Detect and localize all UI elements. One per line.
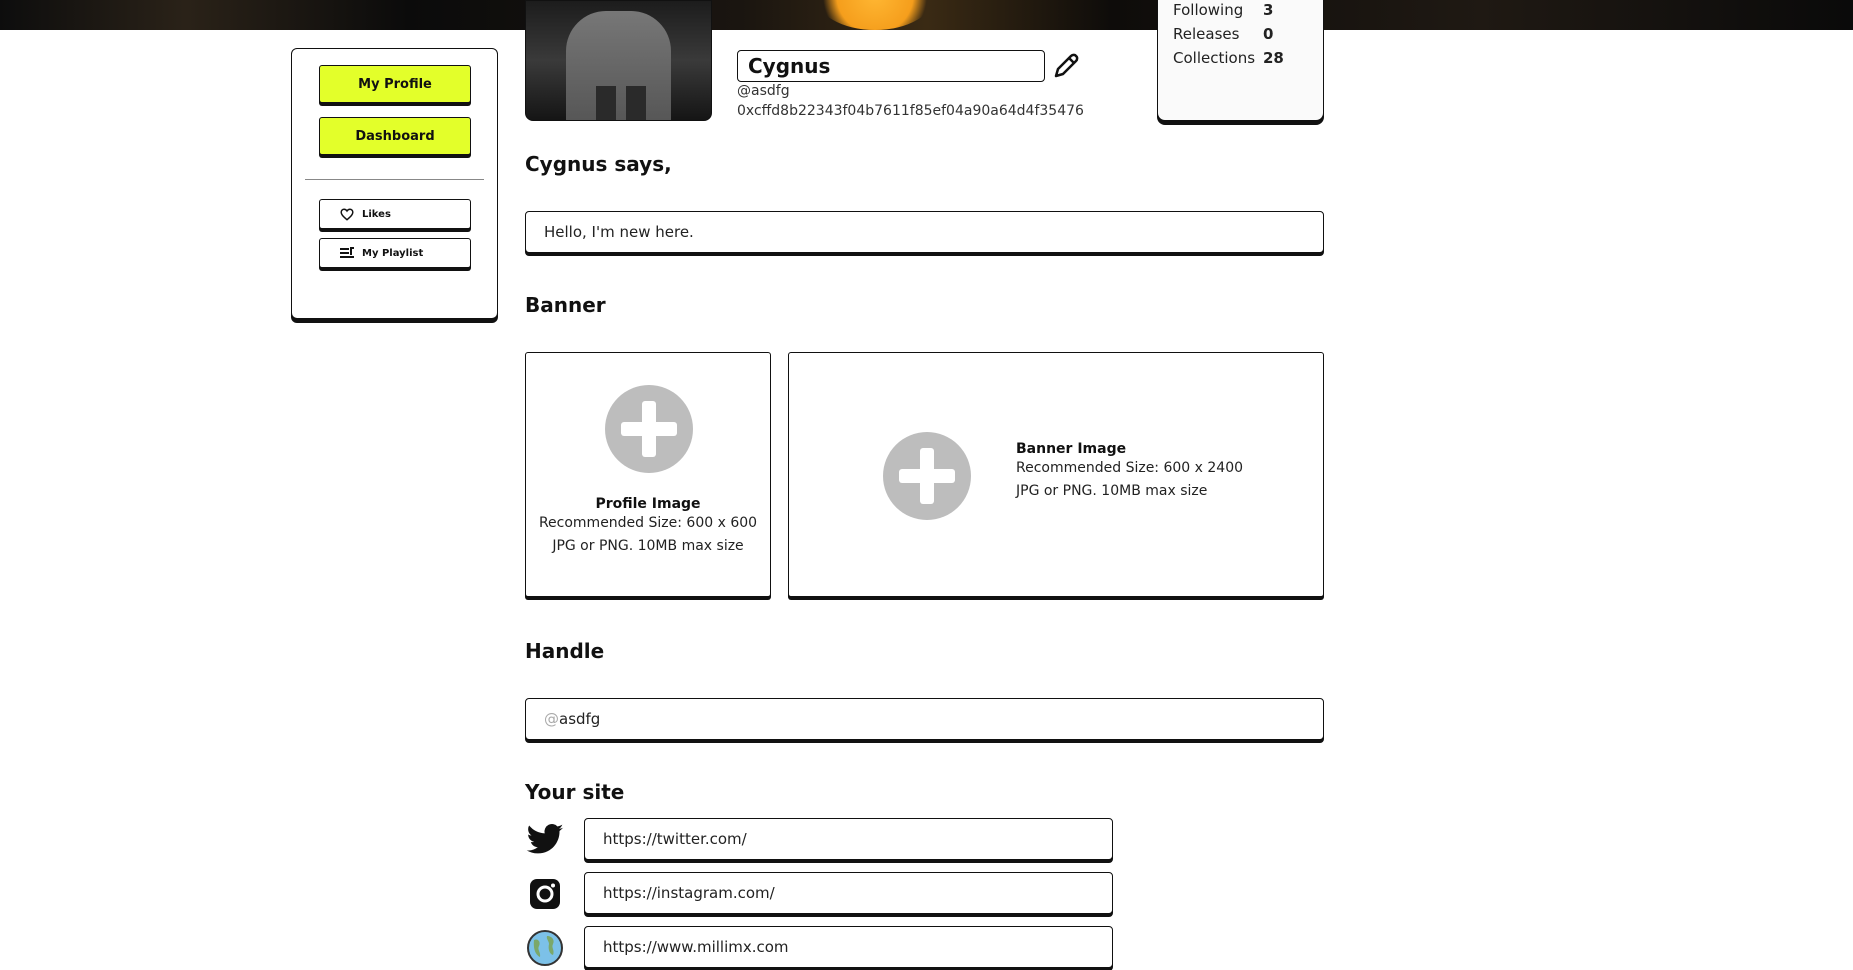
says-heading: Cygnus says, xyxy=(525,152,672,176)
handle-input[interactable]: @ asdfg xyxy=(525,698,1324,740)
likes-button[interactable]: Likes xyxy=(319,199,471,229)
stat-value: 28 xyxy=(1263,49,1284,67)
stat-collections: Collections 28 xyxy=(1173,49,1308,67)
playlist-icon xyxy=(340,247,354,258)
website-row: https://www.millimx.com xyxy=(525,926,1115,970)
banner-image-size: Recommended Size: 600 x 2400 xyxy=(1016,460,1244,476)
my-playlist-button[interactable]: My Playlist xyxy=(319,238,471,268)
stat-following: Following 3 xyxy=(1173,1,1308,19)
twitter-row: https://twitter.com/ xyxy=(525,818,1115,862)
header-banner xyxy=(0,0,1853,30)
heart-icon xyxy=(340,208,354,221)
handle-value: asdfg xyxy=(559,710,601,728)
profile-image-size: Recommended Size: 600 x 600 xyxy=(538,515,758,531)
banner-heading: Banner xyxy=(525,293,606,317)
profile-image-format: JPG or PNG. 10MB max size xyxy=(552,538,744,554)
avatar xyxy=(525,0,712,121)
add-icon xyxy=(883,432,971,520)
stat-value: 3 xyxy=(1263,1,1274,19)
profile-image-upload[interactable]: Profile Image Recommended Size: 600 x 60… xyxy=(525,352,771,597)
instagram-row: https://instagram.com/ xyxy=(525,872,1115,916)
handle-prefix: @ xyxy=(544,710,559,728)
banner-image-title: Banner Image xyxy=(1016,441,1127,457)
stat-label: Collections xyxy=(1173,49,1256,67)
banner-image-format: JPG or PNG. 10MB max size xyxy=(1016,483,1208,499)
wallet-address: 0xcffd8b22343f04b7611f85ef04a90a64d4f354… xyxy=(737,103,1084,119)
stat-releases: Releases 0 xyxy=(1173,25,1308,43)
stat-label: Releases xyxy=(1173,25,1240,43)
sidebar-divider xyxy=(305,179,484,180)
stat-value: 0 xyxy=(1263,25,1274,43)
add-icon xyxy=(605,385,693,473)
instagram-input[interactable]: https://instagram.com/ xyxy=(584,872,1113,914)
sidebar: My Profile Dashboard Likes My Playlist xyxy=(291,48,498,319)
likes-label: Likes xyxy=(362,208,391,220)
banner-image-upload[interactable]: Banner Image Recommended Size: 600 x 240… xyxy=(788,352,1324,597)
site-heading: Your site xyxy=(525,780,625,804)
pencil-icon[interactable] xyxy=(1052,52,1080,80)
twitter-input[interactable]: https://twitter.com/ xyxy=(584,818,1113,860)
profile-image-title: Profile Image xyxy=(595,496,701,512)
twitter-icon xyxy=(526,824,564,854)
instagram-icon xyxy=(530,879,560,909)
playlist-label: My Playlist xyxy=(362,247,424,259)
dashboard-button[interactable]: Dashboard xyxy=(319,117,471,155)
bio-input[interactable]: Hello, I'm new here. xyxy=(525,211,1324,253)
display-name-input[interactable]: Cygnus xyxy=(737,50,1045,82)
handle-heading: Handle xyxy=(525,639,605,663)
my-profile-button[interactable]: My Profile xyxy=(319,65,471,103)
website-input[interactable]: https://www.millimx.com xyxy=(584,926,1113,968)
stat-label: Following xyxy=(1173,1,1244,19)
stats-card: Following 3 Releases 0 Collections 28 xyxy=(1157,0,1324,121)
profile-handle: @asdfg xyxy=(737,83,790,99)
globe-icon xyxy=(527,930,563,966)
